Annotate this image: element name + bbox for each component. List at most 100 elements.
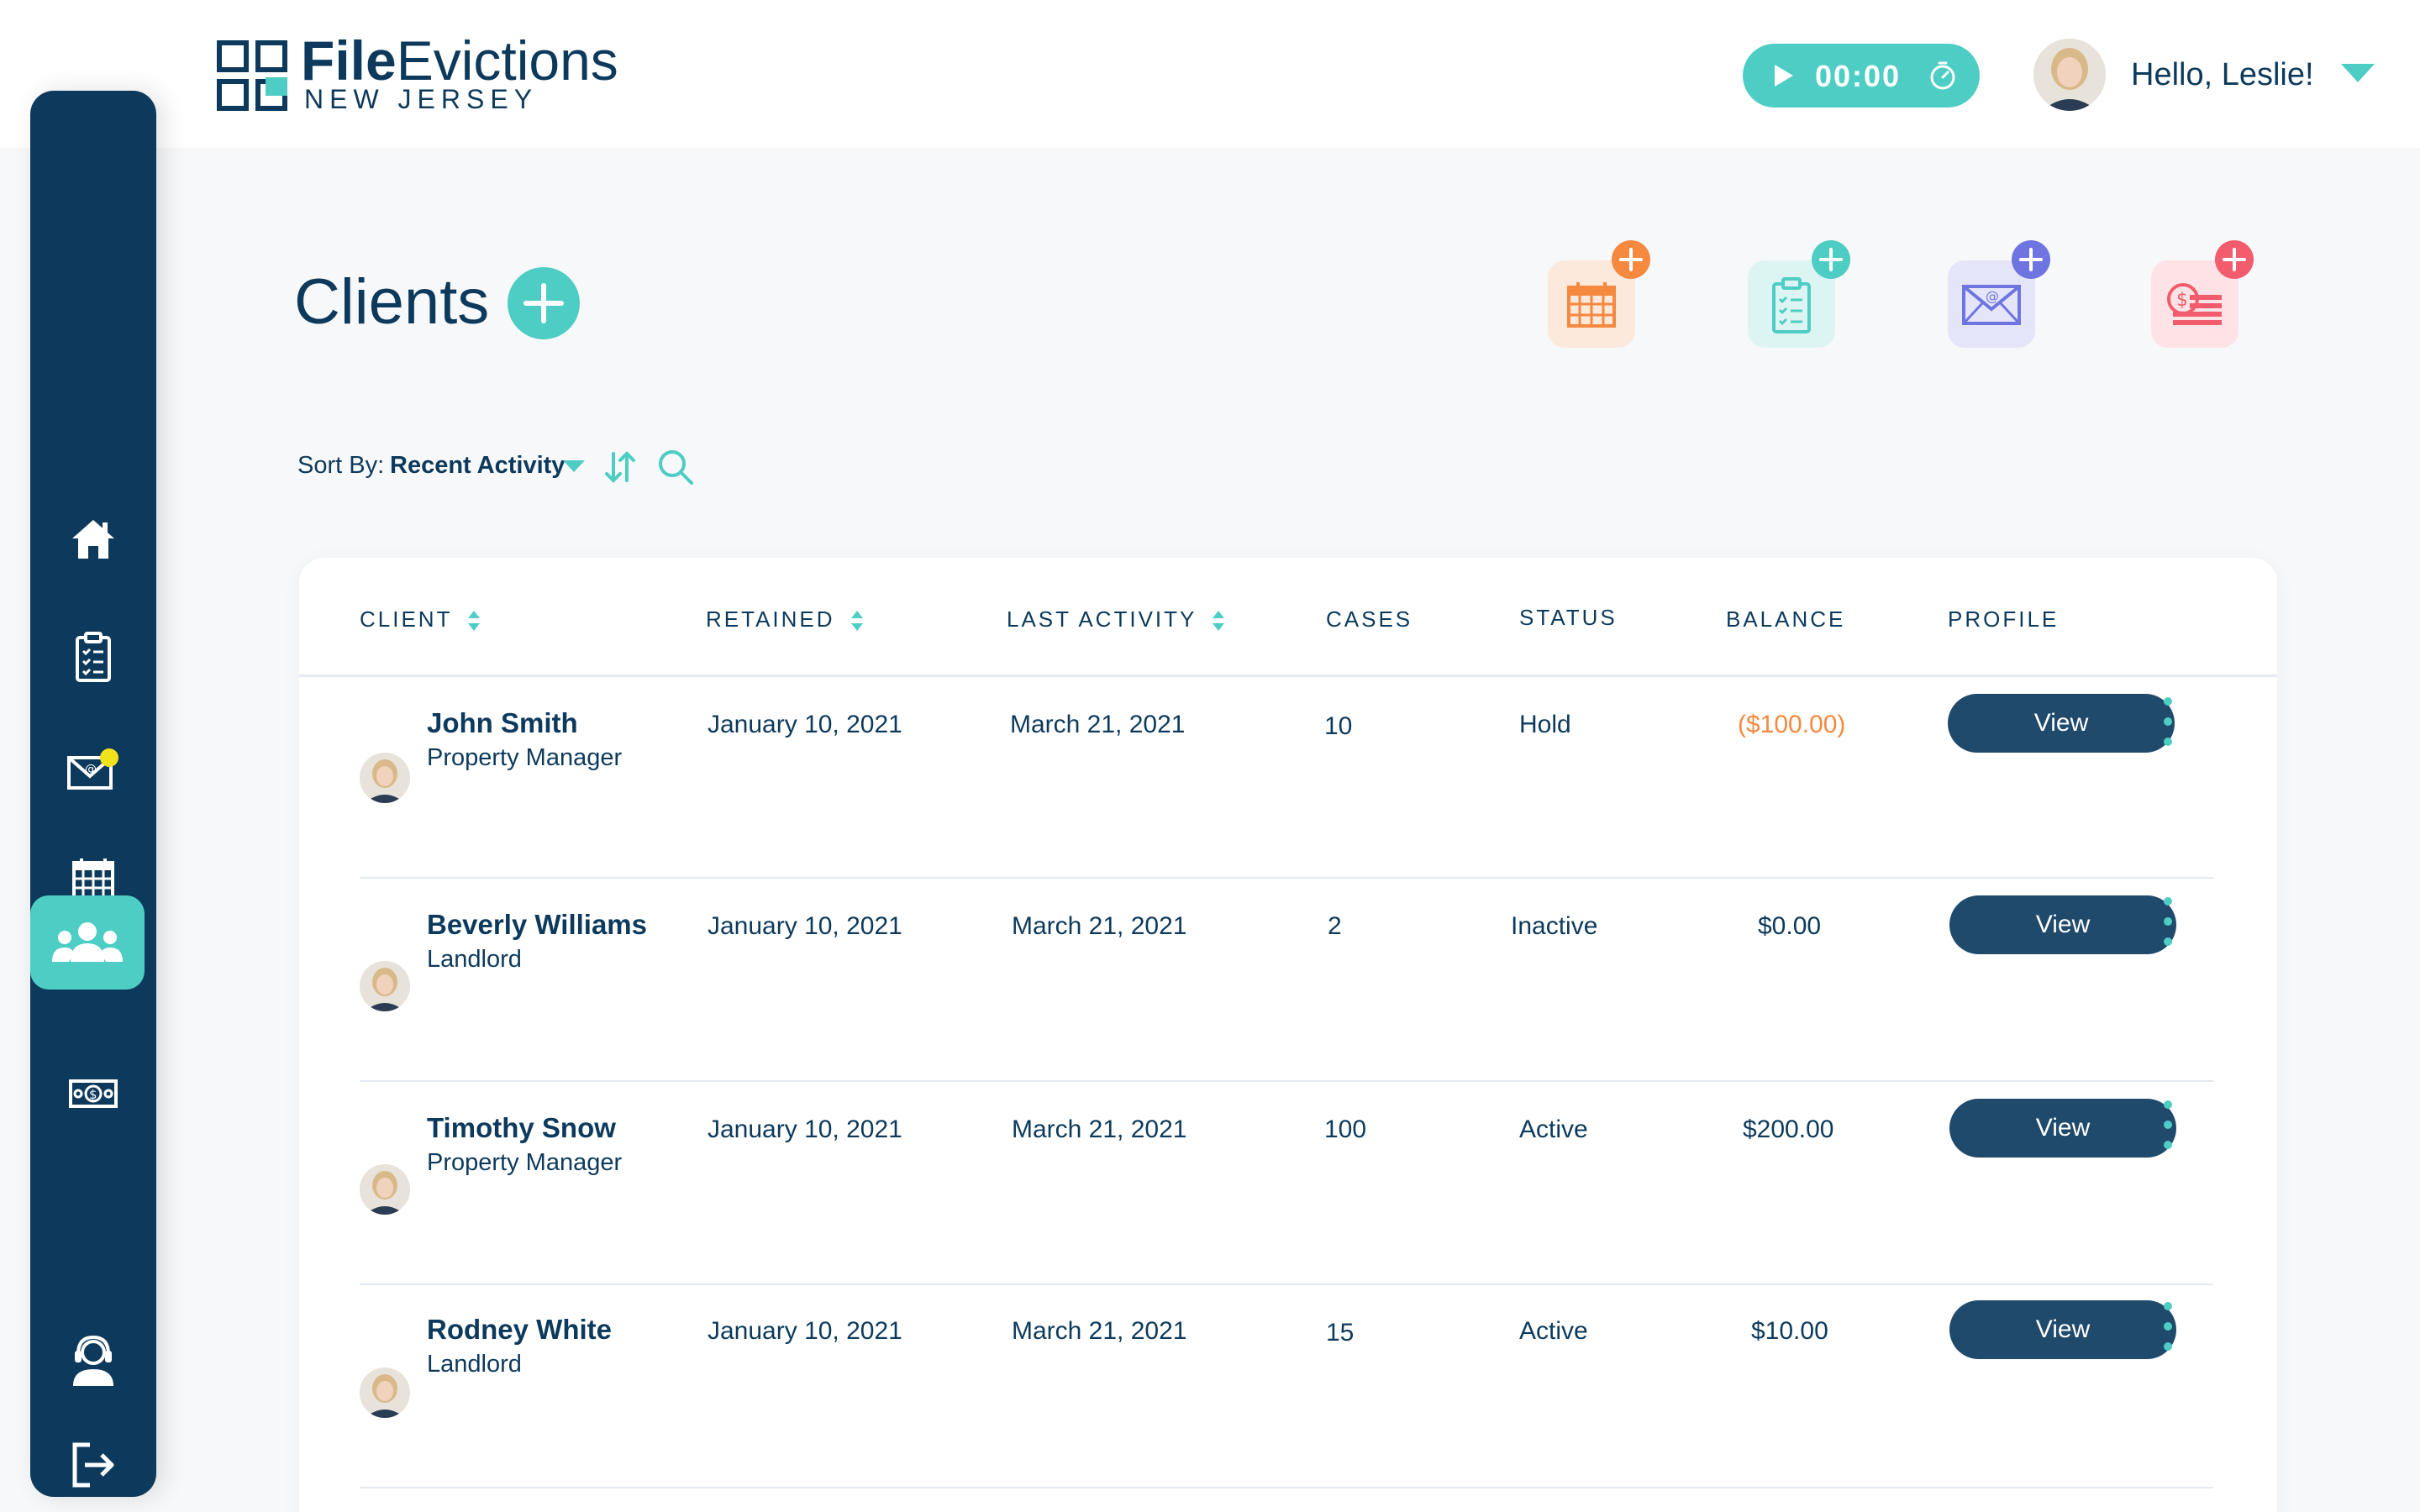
column-header-retained[interactable]: RETAINED [706, 606, 864, 633]
page-title: Clients [294, 266, 490, 338]
column-header-profile: PROFILE [1948, 606, 2060, 632]
column-header-label: LAST ACTIVITY [1007, 606, 1197, 632]
view-profile-button[interactable]: View [1949, 1300, 2176, 1359]
notification-dot [100, 748, 118, 767]
more-options-icon[interactable] [2160, 696, 2176, 749]
add-client-button[interactable] [508, 267, 580, 339]
column-header-label: RETAINED [706, 606, 835, 632]
sort-select[interactable]: Recent Activity [390, 452, 565, 480]
column-header-last-activity[interactable]: LAST ACTIVITY [1007, 606, 1225, 633]
cases-count: 100 [1324, 1116, 1367, 1143]
client-name[interactable]: Beverly Williams [427, 909, 647, 941]
time-tracker-button[interactable]: 00:00 [1743, 44, 1980, 108]
sidebar-item-billing[interactable]: $ [30, 1047, 156, 1141]
sidebar-item-cases[interactable] [30, 610, 156, 704]
sort-arrows-icon[interactable] [850, 609, 864, 633]
brand-title-rest: Evictions [396, 29, 618, 92]
chevron-down-icon[interactable] [561, 459, 587, 474]
home-icon [72, 520, 114, 559]
user-avatar[interactable] [2033, 39, 2106, 111]
clipboard-icon [76, 632, 111, 682]
clipboard-plus-icon [1772, 277, 1811, 333]
sidebar-item-logout[interactable] [30, 1418, 156, 1512]
client-avatar [360, 1164, 410, 1215]
status-text: Hold [1519, 711, 1571, 738]
sidebar-item-support[interactable] [30, 1314, 156, 1408]
balance-value: $200.00 [1743, 1116, 1834, 1143]
table-row: John Smith Property Manager January 10, … [360, 677, 2213, 879]
mail-icon: @ [67, 748, 118, 790]
client-name[interactable]: John Smith [427, 707, 578, 739]
quick-add-message-button[interactable]: @ [1948, 240, 2050, 348]
brand-subtitle: NEW JERSEY [304, 84, 539, 114]
status-text: Active [1519, 1116, 1588, 1143]
quick-add-event-button[interactable] [1548, 240, 1650, 348]
brand-title: FileEvictions [301, 30, 618, 91]
clients-table: CLIENT RETAINED LAST ACTIVITY CASES STAT… [299, 558, 2277, 1512]
plus-icon [2019, 248, 2043, 271]
svg-text:$: $ [2176, 290, 2188, 311]
sidebar: @ $ [30, 91, 156, 1497]
mail-plus-icon: @ [1962, 285, 2021, 325]
chevron-down-icon[interactable] [2339, 62, 2376, 84]
more-options-icon[interactable] [2160, 1099, 2176, 1152]
balance-value: ($100.00) [1738, 711, 1846, 738]
last-activity-date: March 21, 2021 [1012, 1116, 1187, 1143]
avatar-portrait-icon [360, 1164, 410, 1215]
calendar-icon [72, 858, 114, 900]
retained-date: January 10, 2021 [708, 1317, 902, 1345]
sidebar-item-home[interactable] [30, 492, 156, 586]
table-header: CLIENT RETAINED LAST ACTIVITY CASES STAT… [299, 558, 2277, 677]
table-row: Timothy Snow Property Manager January 10… [360, 1084, 2213, 1285]
view-profile-button[interactable]: View [1948, 694, 2175, 753]
users-icon [52, 922, 123, 962]
retained-date: January 10, 2021 [708, 1116, 902, 1143]
status-text: Active [1519, 1317, 1588, 1345]
timer-value: 00:00 [1815, 59, 1902, 93]
client-name[interactable]: Rodney White [427, 1314, 612, 1346]
column-header-client[interactable]: CLIENT [360, 606, 481, 633]
search-icon[interactable] [657, 449, 694, 486]
sidebar-item-clients[interactable] [30, 895, 145, 990]
more-options-icon[interactable] [2160, 895, 2176, 949]
last-activity-date: March 21, 2021 [1010, 711, 1186, 738]
sort-label: Sort By: [297, 452, 385, 479]
client-name[interactable]: Timothy Snow [427, 1112, 616, 1144]
table-row: Beverly Williams Landlord January 10, 20… [360, 880, 2213, 1082]
column-header-label: CLIENT [360, 606, 453, 632]
balance-value: $0.00 [1758, 912, 1822, 940]
quick-add-case-button[interactable] [1748, 240, 1850, 348]
svg-text:@: @ [1986, 288, 1999, 304]
avatar-portrait-icon [360, 961, 410, 1011]
table-row: Rodney White Landlord January 10, 2021 M… [360, 1287, 2213, 1488]
sort-arrows-icon[interactable] [467, 609, 481, 633]
cases-count: 10 [1324, 712, 1353, 740]
sort-order-icon[interactable] [603, 450, 637, 484]
view-profile-button[interactable]: View [1949, 895, 2176, 954]
plus-icon [523, 283, 564, 323]
plus-icon [1819, 248, 1843, 271]
logo-grid-icon [217, 40, 287, 111]
user-greeting[interactable]: Hello, Leslie! [2131, 57, 2314, 93]
avatar-portrait-icon [2033, 39, 2106, 111]
money-icon: $ [69, 1079, 118, 1108]
top-bar: FileEvictions NEW JERSEY 00:00 Hello, Le… [0, 0, 2420, 148]
column-header-cases: CASES [1326, 606, 1413, 632]
sort-arrows-icon[interactable] [1212, 609, 1225, 633]
plus-badge [2012, 240, 2050, 279]
svg-text:$: $ [89, 1087, 97, 1102]
sidebar-item-messages[interactable]: @ [30, 722, 156, 816]
calendar-plus-icon [1567, 282, 1616, 328]
cases-count: 2 [1328, 912, 1342, 940]
quick-add-payment-button[interactable]: $ [2151, 240, 2254, 348]
avatar-portrait-icon [360, 753, 410, 803]
plus-icon [1619, 248, 1643, 271]
client-avatar [360, 1368, 410, 1418]
retained-date: January 10, 2021 [708, 711, 902, 738]
client-role: Property Manager [427, 1149, 623, 1176]
view-profile-button[interactable]: View [1949, 1099, 2176, 1158]
plus-badge [1812, 240, 1850, 279]
last-activity-date: March 21, 2021 [1012, 912, 1187, 940]
client-role: Landlord [427, 1351, 522, 1378]
more-options-icon[interactable] [2160, 1300, 2176, 1354]
